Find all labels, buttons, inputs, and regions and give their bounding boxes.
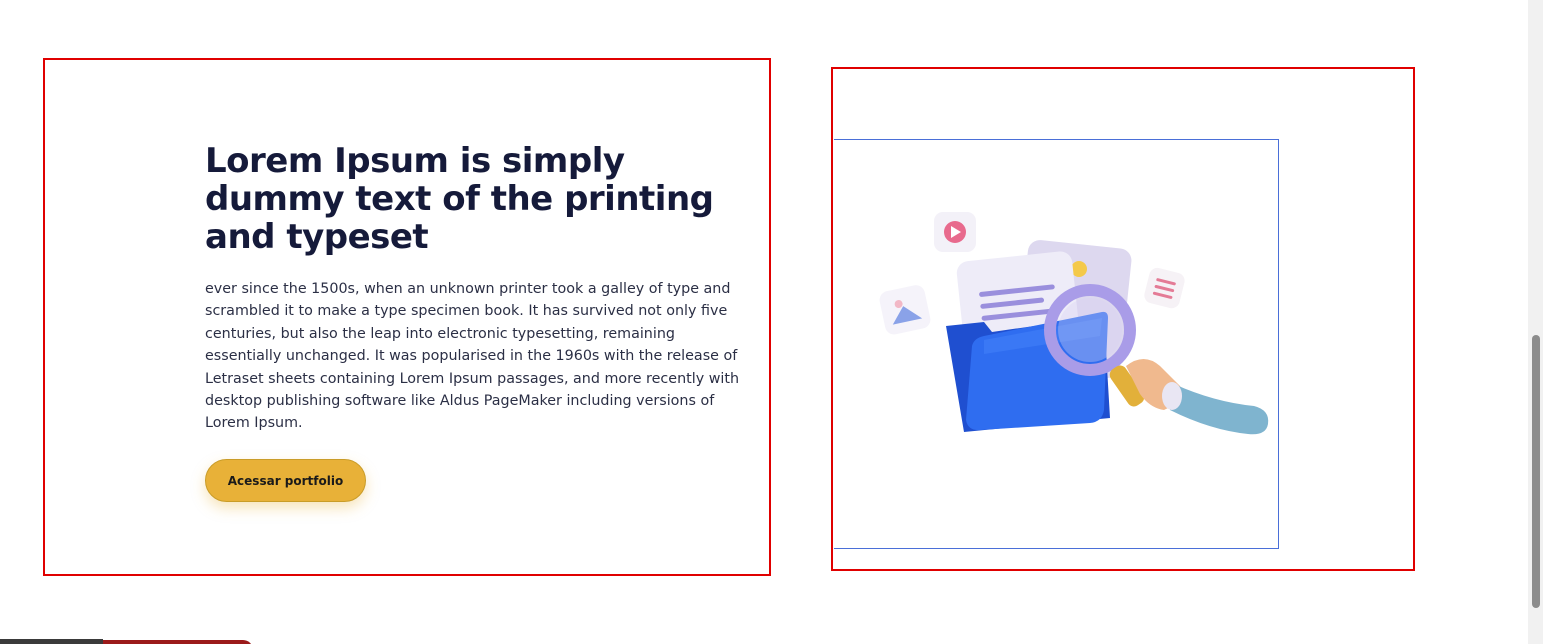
- scrollbar-thumb[interactable]: [1532, 335, 1540, 608]
- page: Lorem Ipsum is simply dummy text of the …: [0, 0, 1543, 644]
- image-frame: [834, 139, 1279, 549]
- footer-bar-red: [103, 640, 253, 644]
- body-paragraph: ever since the 1500s, when an unknown pr…: [205, 281, 740, 432]
- page-heading: Lorem Ipsum is simply dummy text of the …: [205, 141, 714, 257]
- play-icon: [934, 212, 976, 252]
- folder-search-illustration: [879, 212, 1269, 435]
- list-icon: [1144, 267, 1185, 309]
- page-scrollbar[interactable]: [1528, 0, 1543, 644]
- text-block: Lorem Ipsum is simply dummy text of the …: [43, 58, 771, 576]
- image-block: [831, 67, 1415, 571]
- image-icon: [879, 285, 931, 335]
- portfolio-button[interactable]: Acessar portfolio: [205, 459, 366, 502]
- footer-bar-dark: [0, 639, 103, 644]
